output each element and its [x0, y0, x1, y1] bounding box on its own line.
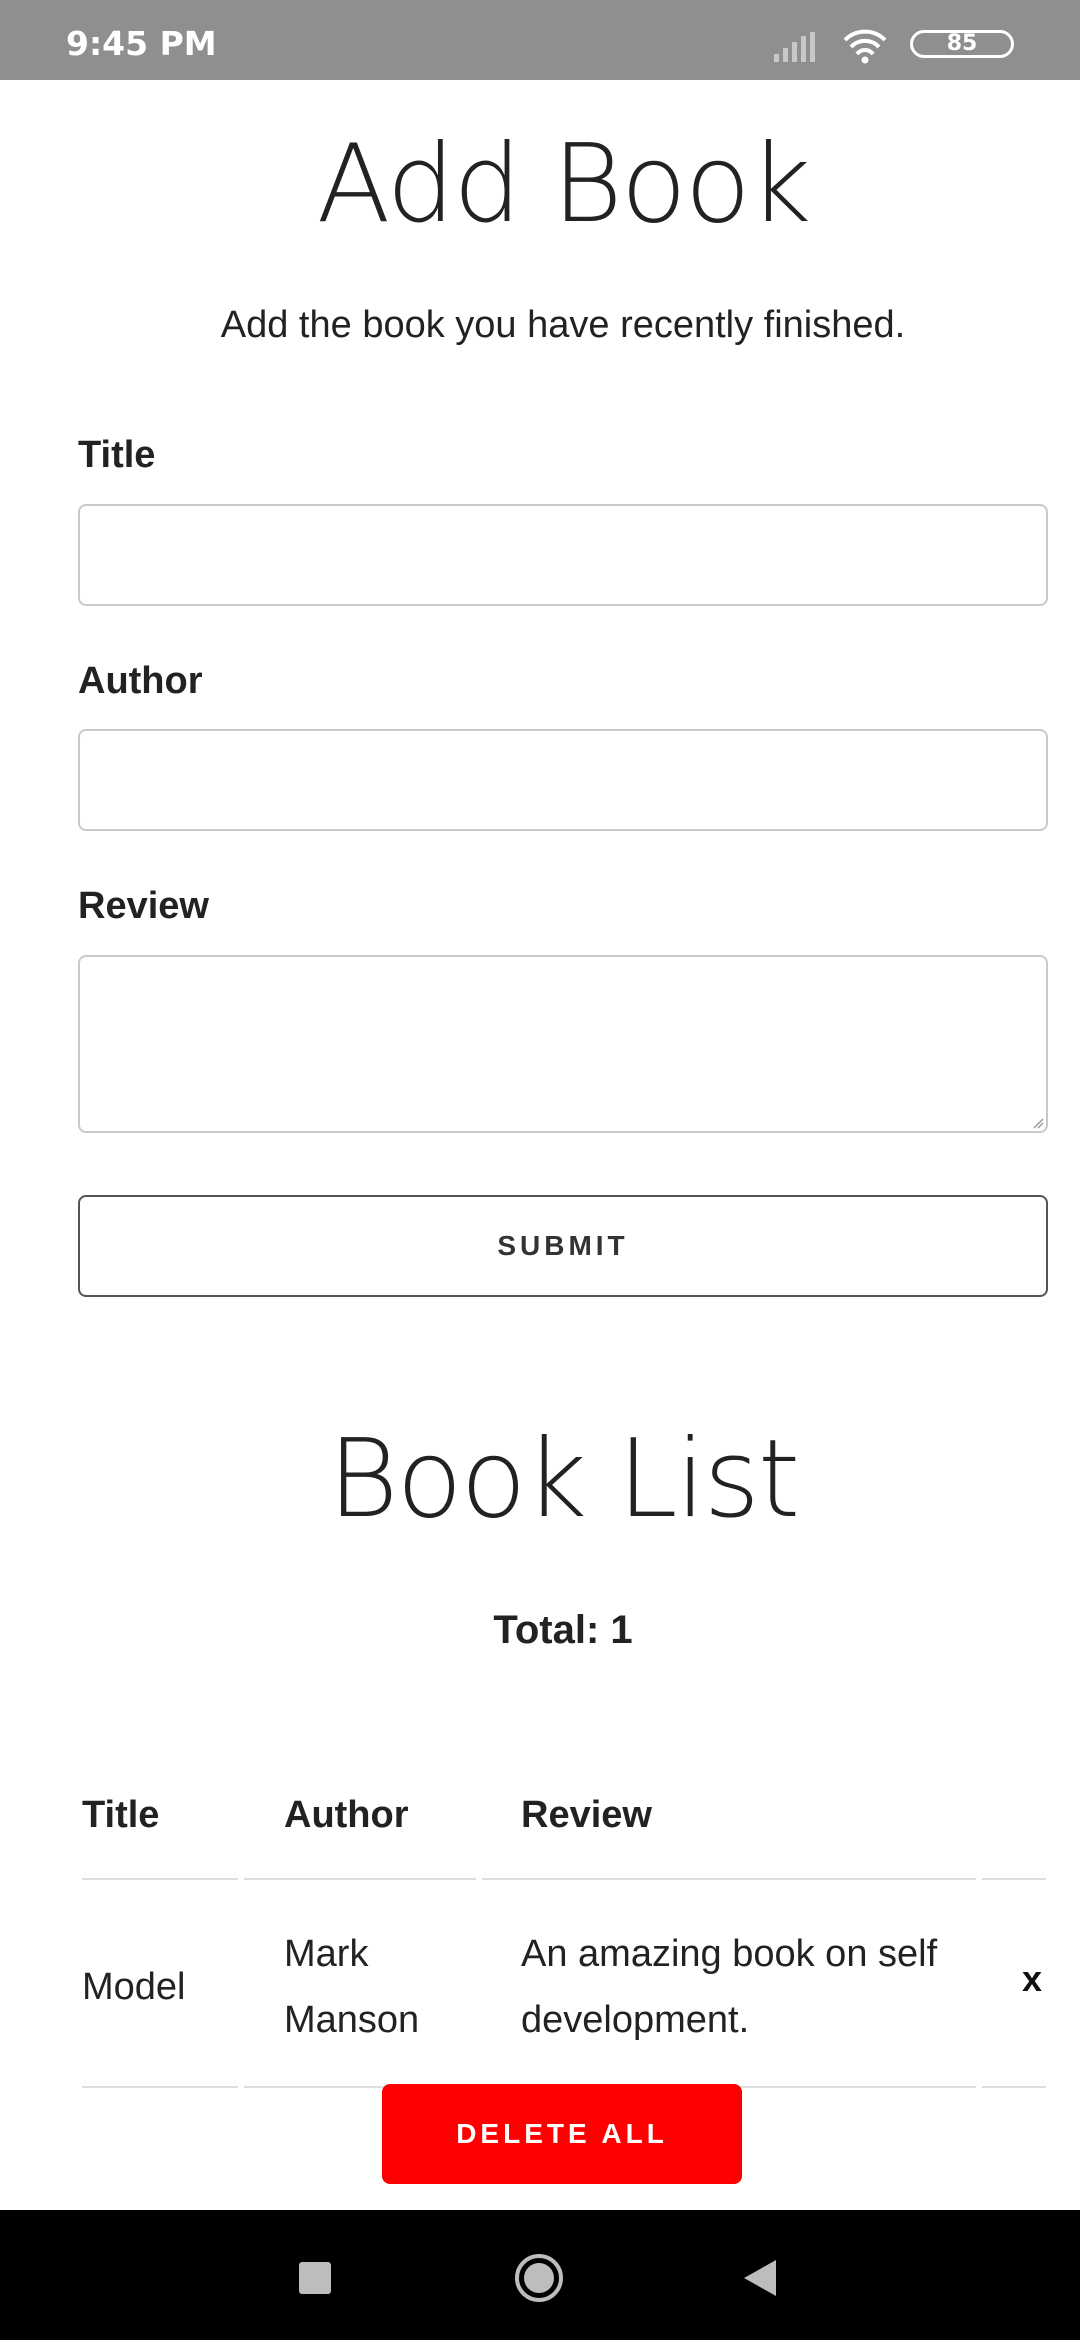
header-divider — [482, 1878, 976, 1880]
review-label: Review — [78, 885, 209, 927]
column-header-review: Review — [521, 1794, 652, 1836]
page-title: Add Book — [316, 122, 812, 247]
submit-button[interactable]: SUBMIT — [78, 1195, 1048, 1297]
column-header-title: Title — [82, 1794, 160, 1836]
row-divider — [982, 2086, 1046, 2088]
delete-all-button[interactable]: DELETE ALL — [382, 2084, 742, 2184]
recents-icon[interactable] — [299, 2262, 331, 2294]
back-icon[interactable] — [742, 2258, 778, 2298]
author-input[interactable] — [78, 729, 1048, 831]
book-list-title: Book List — [327, 1417, 801, 1542]
home-icon[interactable] — [513, 2252, 565, 2304]
navigation-bar — [0, 2210, 1080, 2340]
resize-handle-icon[interactable] — [1032, 1117, 1044, 1129]
cell-title: Model — [82, 1966, 186, 2008]
header-divider — [82, 1878, 238, 1880]
title-label: Title — [78, 434, 156, 476]
page-subtitle: Add the book you have recently finished. — [220, 304, 906, 346]
title-input[interactable] — [78, 504, 1048, 606]
delete-row-button[interactable]: x — [1022, 1958, 1042, 2000]
cell-author: Mark Manson — [284, 1933, 420, 2041]
screen: 9:45 PM 85 Add Book Add the book you hav… — [0, 0, 1080, 2340]
status-bar: 9:45 PM 85 — [0, 0, 1080, 80]
column-header-author: Author — [284, 1794, 409, 1836]
review-textarea[interactable] — [78, 955, 1048, 1133]
header-divider — [982, 1878, 1046, 1880]
wifi-icon — [843, 29, 887, 64]
author-label: Author — [78, 660, 203, 702]
battery-icon: 85 — [910, 30, 1014, 58]
row-divider — [82, 2086, 238, 2088]
status-time: 9:45 PM — [66, 24, 217, 63]
signal-icon — [774, 32, 815, 62]
total-count: Total: 1 — [493, 1608, 633, 1652]
header-divider — [244, 1878, 476, 1880]
cell-review: An amazing book on self development. — [521, 1933, 938, 2041]
